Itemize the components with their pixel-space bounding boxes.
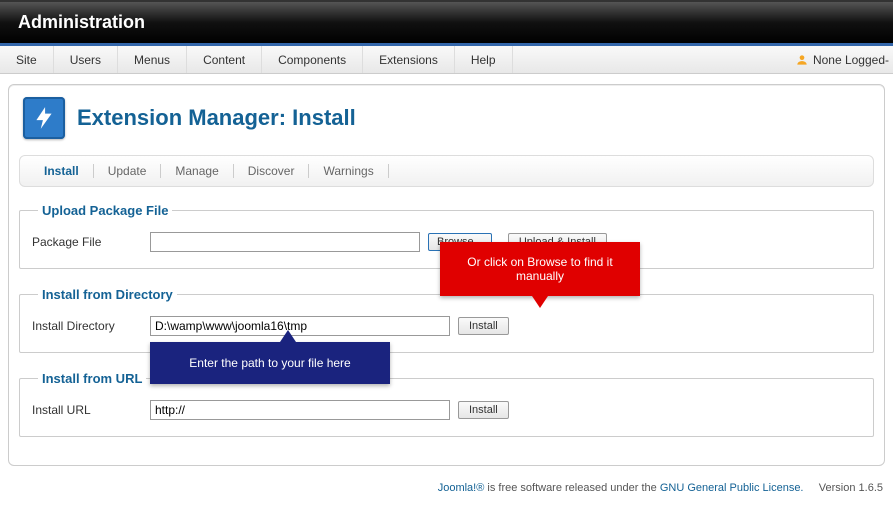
- callout-arrow-up-icon: [280, 330, 296, 342]
- footer: Joomla!® is free software released under…: [0, 474, 893, 500]
- callout-path-hint: Enter the path to your file here: [150, 342, 390, 384]
- footer-joomla-link[interactable]: Joomla!®: [438, 482, 485, 494]
- install-url-input[interactable]: [150, 400, 450, 420]
- login-status-text: None Logged-: [813, 53, 889, 67]
- page-title: Extension Manager: Install: [77, 105, 356, 131]
- menu-content[interactable]: Content: [187, 46, 262, 73]
- sub-tabbar: Install Update Manage Discover Warnings: [19, 155, 874, 187]
- footer-license-link[interactable]: GNU General Public License.: [660, 482, 804, 494]
- menu-help[interactable]: Help: [455, 46, 513, 73]
- callout-blue-text: Enter the path to your file here: [189, 356, 350, 370]
- tab-discover[interactable]: Discover: [234, 162, 309, 180]
- login-status[interactable]: None Logged-: [787, 46, 893, 73]
- package-file-input[interactable]: [150, 232, 420, 252]
- section-upload-legend: Upload Package File: [38, 203, 172, 218]
- footer-version: 1.6.5: [859, 482, 883, 494]
- footer-version-label: Version: [819, 482, 859, 494]
- install-url-button[interactable]: Install: [458, 401, 509, 419]
- callout-browse-hint: Or click on Browse to find it manually: [440, 242, 640, 296]
- section-install-directory: Install from Directory Install Directory…: [19, 287, 874, 353]
- tab-separator: [388, 164, 389, 178]
- section-install-url: Install from URL Install URL Install: [19, 371, 874, 437]
- app-title: Administration: [18, 12, 875, 33]
- url-field-row: Install URL Install: [32, 400, 861, 420]
- header-bar: Administration: [0, 0, 893, 46]
- menu-extensions[interactable]: Extensions: [363, 46, 455, 73]
- page-title-row: Extension Manager: Install: [19, 91, 874, 155]
- menu-menus[interactable]: Menus: [118, 46, 187, 73]
- install-directory-input[interactable]: [150, 316, 450, 336]
- install-url-label: Install URL: [32, 403, 142, 417]
- menu-site[interactable]: Site: [0, 46, 54, 73]
- section-directory-legend: Install from Directory: [38, 287, 177, 302]
- tab-manage[interactable]: Manage: [161, 162, 232, 180]
- menu-users[interactable]: Users: [54, 46, 118, 73]
- user-icon: [795, 53, 809, 67]
- callout-red-text: Or click on Browse to find it manually: [450, 255, 630, 283]
- install-directory-label: Install Directory: [32, 319, 142, 333]
- top-menu-bar: Site Users Menus Content Components Exte…: [0, 46, 893, 74]
- content-area: Extension Manager: Install Install Updat…: [0, 74, 893, 474]
- directory-field-row: Install Directory Install: [32, 316, 861, 336]
- package-file-label: Package File: [32, 235, 142, 249]
- callout-arrow-down-icon: [532, 296, 548, 308]
- lightning-plug-icon: [23, 97, 65, 139]
- menu-components[interactable]: Components: [262, 46, 363, 73]
- footer-text: is free software released under the: [484, 482, 659, 494]
- tab-install[interactable]: Install: [30, 162, 93, 180]
- section-url-legend: Install from URL: [38, 371, 146, 386]
- install-directory-button[interactable]: Install: [458, 317, 509, 335]
- menu-spacer: [513, 46, 787, 73]
- tab-update[interactable]: Update: [94, 162, 161, 180]
- tab-warnings[interactable]: Warnings: [309, 162, 387, 180]
